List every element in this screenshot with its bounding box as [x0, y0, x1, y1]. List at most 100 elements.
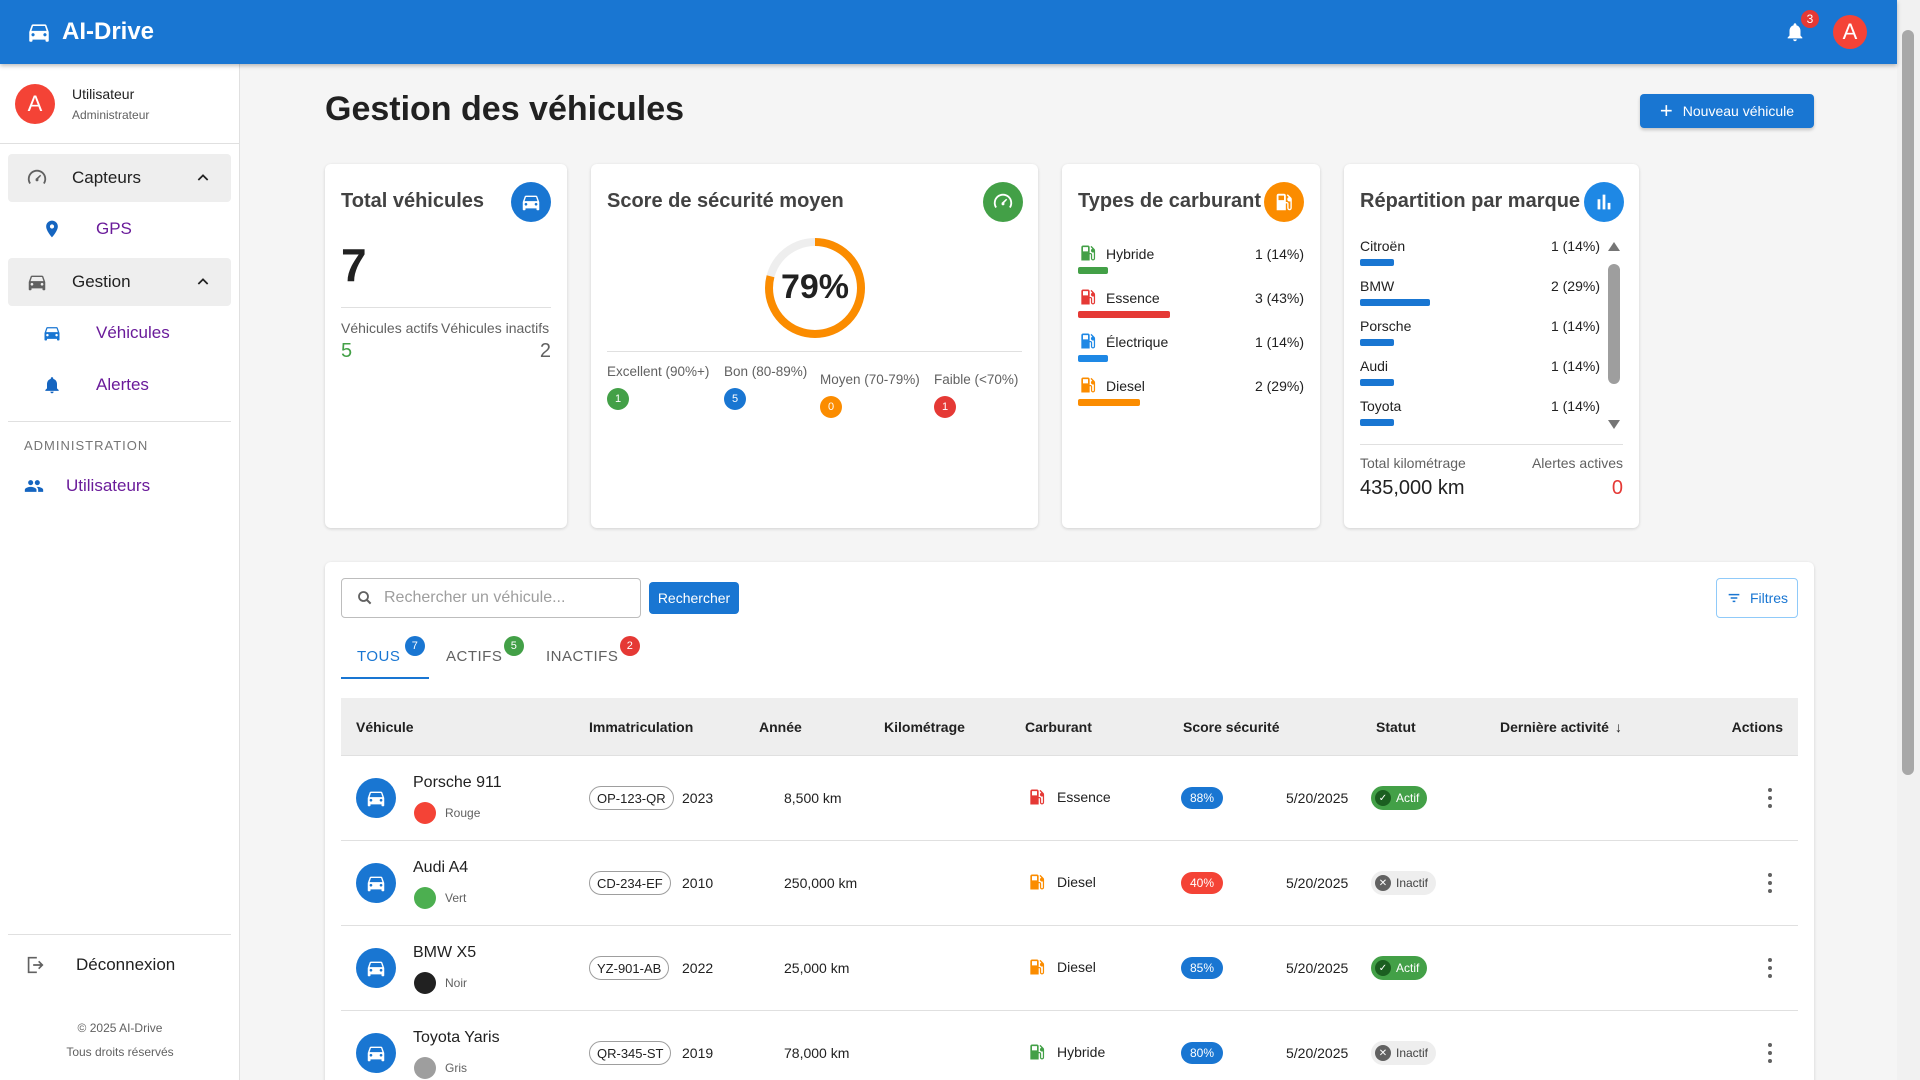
- page-scroll-thumb[interactable]: [1902, 30, 1914, 775]
- row-actions-menu-icon[interactable]: [1768, 788, 1772, 808]
- column-header[interactable]: Score sécurité: [1183, 719, 1280, 735]
- fuel-type-bar: [1078, 399, 1140, 406]
- brand-label: Porsche: [1360, 318, 1412, 334]
- active-vehicles-label: Véhicules actifs: [341, 320, 439, 336]
- status-chip: ✕ Inactif: [1371, 1041, 1437, 1065]
- check-circle-icon: ✓: [1375, 790, 1391, 806]
- column-header[interactable]: Année: [759, 719, 802, 735]
- fuel-pump-icon: [1081, 289, 1096, 305]
- score-category-faible: Faible (<70%): [934, 372, 1019, 387]
- active-alerts-value: 0: [1611, 477, 1623, 499]
- search-field[interactable]: [341, 578, 641, 618]
- row-actions-menu-icon[interactable]: [1768, 1043, 1772, 1063]
- new-vehicle-button[interactable]: + Nouveau véhicule: [1640, 94, 1814, 128]
- active-alerts-label: Alertes actives: [1531, 455, 1623, 471]
- cancel-circle-icon: ✕: [1375, 875, 1391, 891]
- fuel-pump-icon: [1276, 193, 1292, 211]
- inactive-vehicles-label: Véhicules inactifs: [441, 320, 550, 336]
- fuel-pump-icon: [1030, 789, 1045, 805]
- vehicle-name[interactable]: Toyota Yaris: [413, 1029, 500, 1047]
- fuel-type-count: 3 (43%): [1254, 290, 1304, 306]
- sidebar-item-vehicules[interactable]: Véhicules: [42, 323, 170, 343]
- active-tab-indicator: [341, 677, 429, 679]
- scroll-down-arrow-icon[interactable]: [1608, 420, 1620, 429]
- user-avatar-button[interactable]: A: [1833, 15, 1867, 49]
- notification-count-badge: 3: [1801, 10, 1819, 28]
- column-header[interactable]: Statut: [1376, 719, 1416, 735]
- filters-button[interactable]: Filtres: [1716, 578, 1798, 618]
- last-activity: 5/20/2025: [1286, 960, 1349, 976]
- column-header[interactable]: Immatriculation: [589, 719, 693, 735]
- sidebar-item-label: GPS: [96, 219, 132, 238]
- brand-count: 1 (14%): [1550, 398, 1600, 414]
- page-scrollbar[interactable]: [1897, 0, 1920, 1080]
- car-icon: [367, 961, 385, 977]
- vehicle-fuel: Diesel: [1027, 872, 1096, 892]
- nav-group-capteurs[interactable]: Capteurs: [8, 154, 231, 202]
- vehicle-name[interactable]: Audi A4: [413, 859, 468, 877]
- sidebar-item-gps[interactable]: GPS: [42, 219, 132, 239]
- filters-label: Filtres: [1749, 590, 1789, 606]
- notifications-button[interactable]: 3: [1781, 10, 1819, 46]
- fuel-label: Diesel: [1057, 874, 1096, 890]
- score-category-moyen: Moyen (70-79%): [820, 372, 920, 387]
- plus-icon: +: [1659, 98, 1673, 123]
- brand-list-scrollbar[interactable]: [1606, 242, 1622, 432]
- table-row[interactable]: Audi A4 Vert CD-234-EF 2010 250,000 km D…: [341, 841, 1798, 926]
- fuel-pump-icon: [1081, 245, 1096, 261]
- car-icon: [522, 195, 540, 211]
- car-icon: [367, 1046, 385, 1062]
- search-button[interactable]: Rechercher: [649, 582, 739, 614]
- vehicle-mileage: 8,500 km: [784, 790, 842, 806]
- last-activity: 5/20/2025: [1286, 875, 1349, 891]
- column-header[interactable]: Véhicule: [356, 719, 414, 735]
- scroll-up-arrow-icon[interactable]: [1608, 242, 1620, 251]
- score-category-bon-count: 5: [724, 388, 746, 410]
- column-header: Actions: [1731, 719, 1783, 735]
- column-header-sorted[interactable]: Dernière activité ↓: [1500, 719, 1622, 735]
- brand-bar: [1360, 259, 1394, 266]
- vehicle-table-panel: Rechercher Filtres TOUS 7 ACTIFS 5 INACT…: [325, 562, 1814, 1080]
- vehicle-name[interactable]: BMW X5: [413, 944, 476, 962]
- nav-group-gestion[interactable]: Gestion: [8, 258, 231, 306]
- tab-inactifs[interactable]: INACTIFS 2: [546, 636, 640, 665]
- row-actions-menu-icon[interactable]: [1768, 958, 1772, 978]
- section-title-administration: ADMINISTRATION: [24, 438, 149, 453]
- sidebar-item-utilisateurs[interactable]: Utilisateurs: [24, 476, 150, 496]
- column-header[interactable]: Kilométrage: [884, 719, 965, 735]
- fuel-type-count: 1 (14%): [1254, 246, 1304, 262]
- brand-row-bmw: BMW 2 (29%): [1360, 278, 1600, 318]
- table-row[interactable]: Toyota Yaris Gris QR-345-ST 2019 78,000 …: [341, 1011, 1798, 1080]
- user-role: Administrateur: [72, 107, 150, 122]
- brand-distribution-card: Répartition par marque Citroën 1 (14%) B…: [1344, 164, 1639, 528]
- vehicle-year: 2010: [682, 875, 714, 891]
- car-icon: [28, 275, 46, 291]
- card-icon: [511, 182, 551, 222]
- column-header[interactable]: Carburant: [1025, 719, 1092, 735]
- vehicle-name[interactable]: Porsche 911: [413, 774, 502, 792]
- brand[interactable]: AI-Drive: [26, 18, 154, 46]
- footer-rights: Tous droits réservés: [66, 1045, 174, 1059]
- table-row[interactable]: Porsche 911 Rouge OP-123-QR 2023 8,500 k…: [341, 756, 1798, 841]
- search-input[interactable]: [384, 589, 634, 607]
- app-header: AI-Drive 3 A: [0, 0, 1897, 64]
- logout-button[interactable]: Déconnexion: [24, 954, 175, 976]
- row-actions-menu-icon[interactable]: [1768, 873, 1772, 893]
- tab-count-badge: 5: [504, 636, 524, 656]
- tab-actifs[interactable]: ACTIFS 5: [446, 636, 524, 665]
- vehicle-fuel: Hybride: [1027, 1042, 1105, 1062]
- safety-score-pill: 80%: [1181, 1042, 1224, 1064]
- last-activity: 5/20/2025: [1286, 790, 1349, 806]
- sidebar-item-alertes[interactable]: Alertes: [42, 375, 149, 395]
- bar-chart-icon: [1597, 194, 1611, 210]
- license-plate-chip: QR-345-ST: [589, 1041, 672, 1065]
- table-row[interactable]: BMW X5 Noir YZ-901-AB 2022 25,000 km Die…: [341, 926, 1798, 1011]
- vehicle-color-swatch: [414, 887, 436, 909]
- scroll-thumb[interactable]: [1608, 264, 1620, 384]
- license-plate-chip: CD-234-EF: [589, 871, 671, 895]
- vehicle-avatar: [356, 863, 396, 903]
- license-plate-chip: OP-123-QR: [589, 786, 674, 810]
- tab-tous[interactable]: TOUS 7: [357, 636, 425, 665]
- divider: [607, 351, 1022, 352]
- card-title: Total véhicules: [341, 190, 485, 212]
